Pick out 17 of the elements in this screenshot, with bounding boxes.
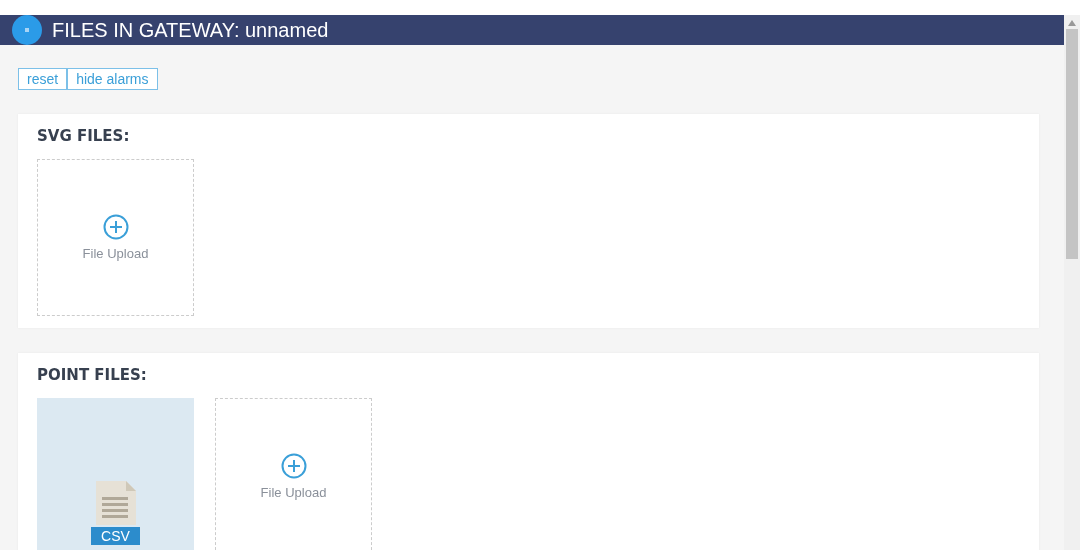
scroll-thumb[interactable] xyxy=(1066,29,1078,259)
toolbar-button[interactable]: hide alarms xyxy=(67,68,158,90)
section-title: SVG FILES: xyxy=(37,127,130,145)
logo-icon xyxy=(12,15,42,45)
scrollbar[interactable] xyxy=(1064,15,1080,550)
file-type-label: CSV xyxy=(91,527,140,545)
plus-icon xyxy=(102,214,129,240)
file-upload-tile[interactable]: File Upload xyxy=(215,398,372,550)
plus-icon xyxy=(280,453,307,479)
upload-label: File Upload xyxy=(260,485,327,500)
file-upload-tile[interactable]: File Upload xyxy=(37,159,194,316)
section-title: POINT FILES: xyxy=(37,366,147,384)
upload-label: File Upload xyxy=(82,246,149,261)
scroll-up-icon[interactable] xyxy=(1068,20,1076,26)
toolbar-button[interactable]: reset xyxy=(18,68,68,90)
file-tile[interactable]: CSV xyxy=(37,398,194,550)
page-title: FILES IN GATEWAY: unnamed xyxy=(52,18,329,42)
